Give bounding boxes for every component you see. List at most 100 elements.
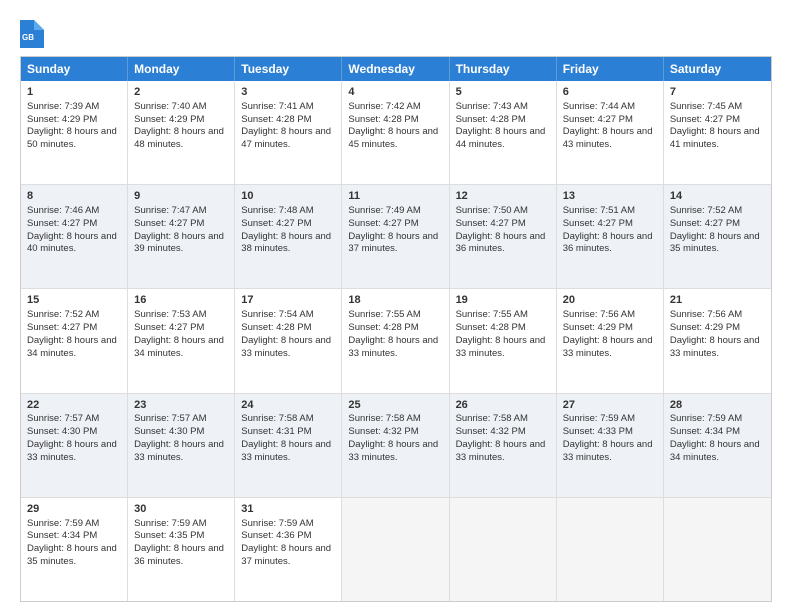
- header-day-friday: Friday: [557, 57, 664, 81]
- daylight-text: Daylight: 8 hours and 36 minutes.: [134, 543, 224, 567]
- sunset-text: Sunset: 4:29 PM: [27, 114, 97, 125]
- sunrise-text: Sunrise: 7:45 AM: [670, 101, 742, 112]
- sunset-text: Sunset: 4:29 PM: [134, 114, 204, 125]
- sunset-text: Sunset: 4:31 PM: [241, 426, 311, 437]
- day-cell-28: 28Sunrise: 7:59 AMSunset: 4:34 PMDayligh…: [664, 394, 771, 497]
- calendar-week-3: 15Sunrise: 7:52 AMSunset: 4:27 PMDayligh…: [21, 288, 771, 392]
- sunset-text: Sunset: 4:27 PM: [670, 218, 740, 229]
- day-cell-9: 9Sunrise: 7:47 AMSunset: 4:27 PMDaylight…: [128, 185, 235, 288]
- day-number: 22: [27, 398, 121, 413]
- sunset-text: Sunset: 4:28 PM: [241, 322, 311, 333]
- sunset-text: Sunset: 4:27 PM: [27, 322, 97, 333]
- daylight-text: Daylight: 8 hours and 36 minutes.: [563, 231, 653, 255]
- daylight-text: Daylight: 8 hours and 38 minutes.: [241, 231, 331, 255]
- empty-cell: [557, 498, 664, 601]
- daylight-text: Daylight: 8 hours and 50 minutes.: [27, 126, 117, 150]
- day-number: 21: [670, 293, 765, 308]
- sunrise-text: Sunrise: 7:43 AM: [456, 101, 528, 112]
- empty-cell: [664, 498, 771, 601]
- daylight-text: Daylight: 8 hours and 33 minutes.: [134, 439, 224, 463]
- sunset-text: Sunset: 4:32 PM: [348, 426, 418, 437]
- sunset-text: Sunset: 4:30 PM: [134, 426, 204, 437]
- day-cell-17: 17Sunrise: 7:54 AMSunset: 4:28 PMDayligh…: [235, 289, 342, 392]
- calendar-body: 1Sunrise: 7:39 AMSunset: 4:29 PMDaylight…: [21, 81, 771, 601]
- daylight-text: Daylight: 8 hours and 33 minutes.: [348, 335, 438, 359]
- sunrise-text: Sunrise: 7:41 AM: [241, 101, 313, 112]
- sunset-text: Sunset: 4:33 PM: [563, 426, 633, 437]
- svg-text:GB: GB: [22, 33, 34, 42]
- daylight-text: Daylight: 8 hours and 34 minutes.: [27, 335, 117, 359]
- page-header: GB: [20, 16, 772, 48]
- sunrise-text: Sunrise: 7:49 AM: [348, 205, 420, 216]
- sunrise-text: Sunrise: 7:57 AM: [134, 413, 206, 424]
- sunset-text: Sunset: 4:28 PM: [348, 322, 418, 333]
- day-number: 29: [27, 502, 121, 517]
- header-day-monday: Monday: [128, 57, 235, 81]
- sunset-text: Sunset: 4:34 PM: [27, 530, 97, 541]
- calendar-header: SundayMondayTuesdayWednesdayThursdayFrid…: [21, 57, 771, 81]
- daylight-text: Daylight: 8 hours and 33 minutes.: [670, 335, 760, 359]
- sunrise-text: Sunrise: 7:58 AM: [241, 413, 313, 424]
- sunrise-text: Sunrise: 7:58 AM: [348, 413, 420, 424]
- sunset-text: Sunset: 4:28 PM: [348, 114, 418, 125]
- sunset-text: Sunset: 4:27 PM: [670, 114, 740, 125]
- day-cell-13: 13Sunrise: 7:51 AMSunset: 4:27 PMDayligh…: [557, 185, 664, 288]
- daylight-text: Daylight: 8 hours and 33 minutes.: [348, 439, 438, 463]
- day-cell-14: 14Sunrise: 7:52 AMSunset: 4:27 PMDayligh…: [664, 185, 771, 288]
- day-number: 14: [670, 189, 765, 204]
- day-number: 12: [456, 189, 550, 204]
- day-cell-22: 22Sunrise: 7:57 AMSunset: 4:30 PMDayligh…: [21, 394, 128, 497]
- header-day-tuesday: Tuesday: [235, 57, 342, 81]
- day-cell-27: 27Sunrise: 7:59 AMSunset: 4:33 PMDayligh…: [557, 394, 664, 497]
- logo-icon: GB: [20, 20, 44, 48]
- day-number: 5: [456, 85, 550, 100]
- daylight-text: Daylight: 8 hours and 40 minutes.: [27, 231, 117, 255]
- day-cell-26: 26Sunrise: 7:58 AMSunset: 4:32 PMDayligh…: [450, 394, 557, 497]
- daylight-text: Daylight: 8 hours and 44 minutes.: [456, 126, 546, 150]
- sunrise-text: Sunrise: 7:39 AM: [27, 101, 99, 112]
- sunset-text: Sunset: 4:28 PM: [241, 114, 311, 125]
- daylight-text: Daylight: 8 hours and 41 minutes.: [670, 126, 760, 150]
- daylight-text: Daylight: 8 hours and 35 minutes.: [27, 543, 117, 567]
- day-number: 4: [348, 85, 442, 100]
- day-cell-23: 23Sunrise: 7:57 AMSunset: 4:30 PMDayligh…: [128, 394, 235, 497]
- day-number: 30: [134, 502, 228, 517]
- sunset-text: Sunset: 4:27 PM: [27, 218, 97, 229]
- sunset-text: Sunset: 4:27 PM: [563, 114, 633, 125]
- day-number: 11: [348, 189, 442, 204]
- day-cell-15: 15Sunrise: 7:52 AMSunset: 4:27 PMDayligh…: [21, 289, 128, 392]
- daylight-text: Daylight: 8 hours and 33 minutes.: [563, 439, 653, 463]
- day-cell-6: 6Sunrise: 7:44 AMSunset: 4:27 PMDaylight…: [557, 81, 664, 184]
- sunrise-text: Sunrise: 7:57 AM: [27, 413, 99, 424]
- day-cell-7: 7Sunrise: 7:45 AMSunset: 4:27 PMDaylight…: [664, 81, 771, 184]
- calendar-week-4: 22Sunrise: 7:57 AMSunset: 4:30 PMDayligh…: [21, 393, 771, 497]
- calendar-week-5: 29Sunrise: 7:59 AMSunset: 4:34 PM Dayligh…: [21, 497, 771, 601]
- day-cell-5: 5Sunrise: 7:43 AMSunset: 4:28 PMDaylight…: [450, 81, 557, 184]
- header-day-saturday: Saturday: [664, 57, 771, 81]
- day-cell-12: 12Sunrise: 7:50 AMSunset: 4:27 PMDayligh…: [450, 185, 557, 288]
- day-cell-21: 21Sunrise: 7:56 AMSunset: 4:29 PMDayligh…: [664, 289, 771, 392]
- sunset-text: Sunset: 4:27 PM: [241, 218, 311, 229]
- daylight-text: Daylight: 8 hours and 35 minutes.: [670, 231, 760, 255]
- sunset-text: Sunset: 4:28 PM: [456, 322, 526, 333]
- calendar-week-2: 8Sunrise: 7:46 AMSunset: 4:27 PMDaylight…: [21, 184, 771, 288]
- daylight-text: Daylight: 8 hours and 36 minutes.: [456, 231, 546, 255]
- day-cell-1: 1Sunrise: 7:39 AMSunset: 4:29 PMDaylight…: [21, 81, 128, 184]
- sunset-text: Sunset: 4:32 PM: [456, 426, 526, 437]
- logo: GB: [20, 20, 46, 48]
- sunrise-text: Sunrise: 7:42 AM: [348, 101, 420, 112]
- sunrise-text: Sunrise: 7:55 AM: [456, 309, 528, 320]
- header-day-thursday: Thursday: [450, 57, 557, 81]
- day-cell-11: 11Sunrise: 7:49 AMSunset: 4:27 PMDayligh…: [342, 185, 449, 288]
- sunset-text: Sunset: 4:27 PM: [134, 218, 204, 229]
- day-number: 31: [241, 502, 335, 517]
- sunset-text: Sunset: 4:34 PM: [670, 426, 740, 437]
- day-cell-20: 20Sunrise: 7:56 AMSunset: 4:29 PMDayligh…: [557, 289, 664, 392]
- sunrise-text: Sunrise: 7:59 AM: [27, 518, 99, 529]
- day-cell-16: 16Sunrise: 7:53 AMSunset: 4:27 PMDayligh…: [128, 289, 235, 392]
- daylight-text: Daylight: 8 hours and 33 minutes.: [456, 439, 546, 463]
- sunset-text: Sunset: 4:35 PM: [134, 530, 204, 541]
- sunrise-text: Sunrise: 7:44 AM: [563, 101, 635, 112]
- header-day-sunday: Sunday: [21, 57, 128, 81]
- empty-cell: [342, 498, 449, 601]
